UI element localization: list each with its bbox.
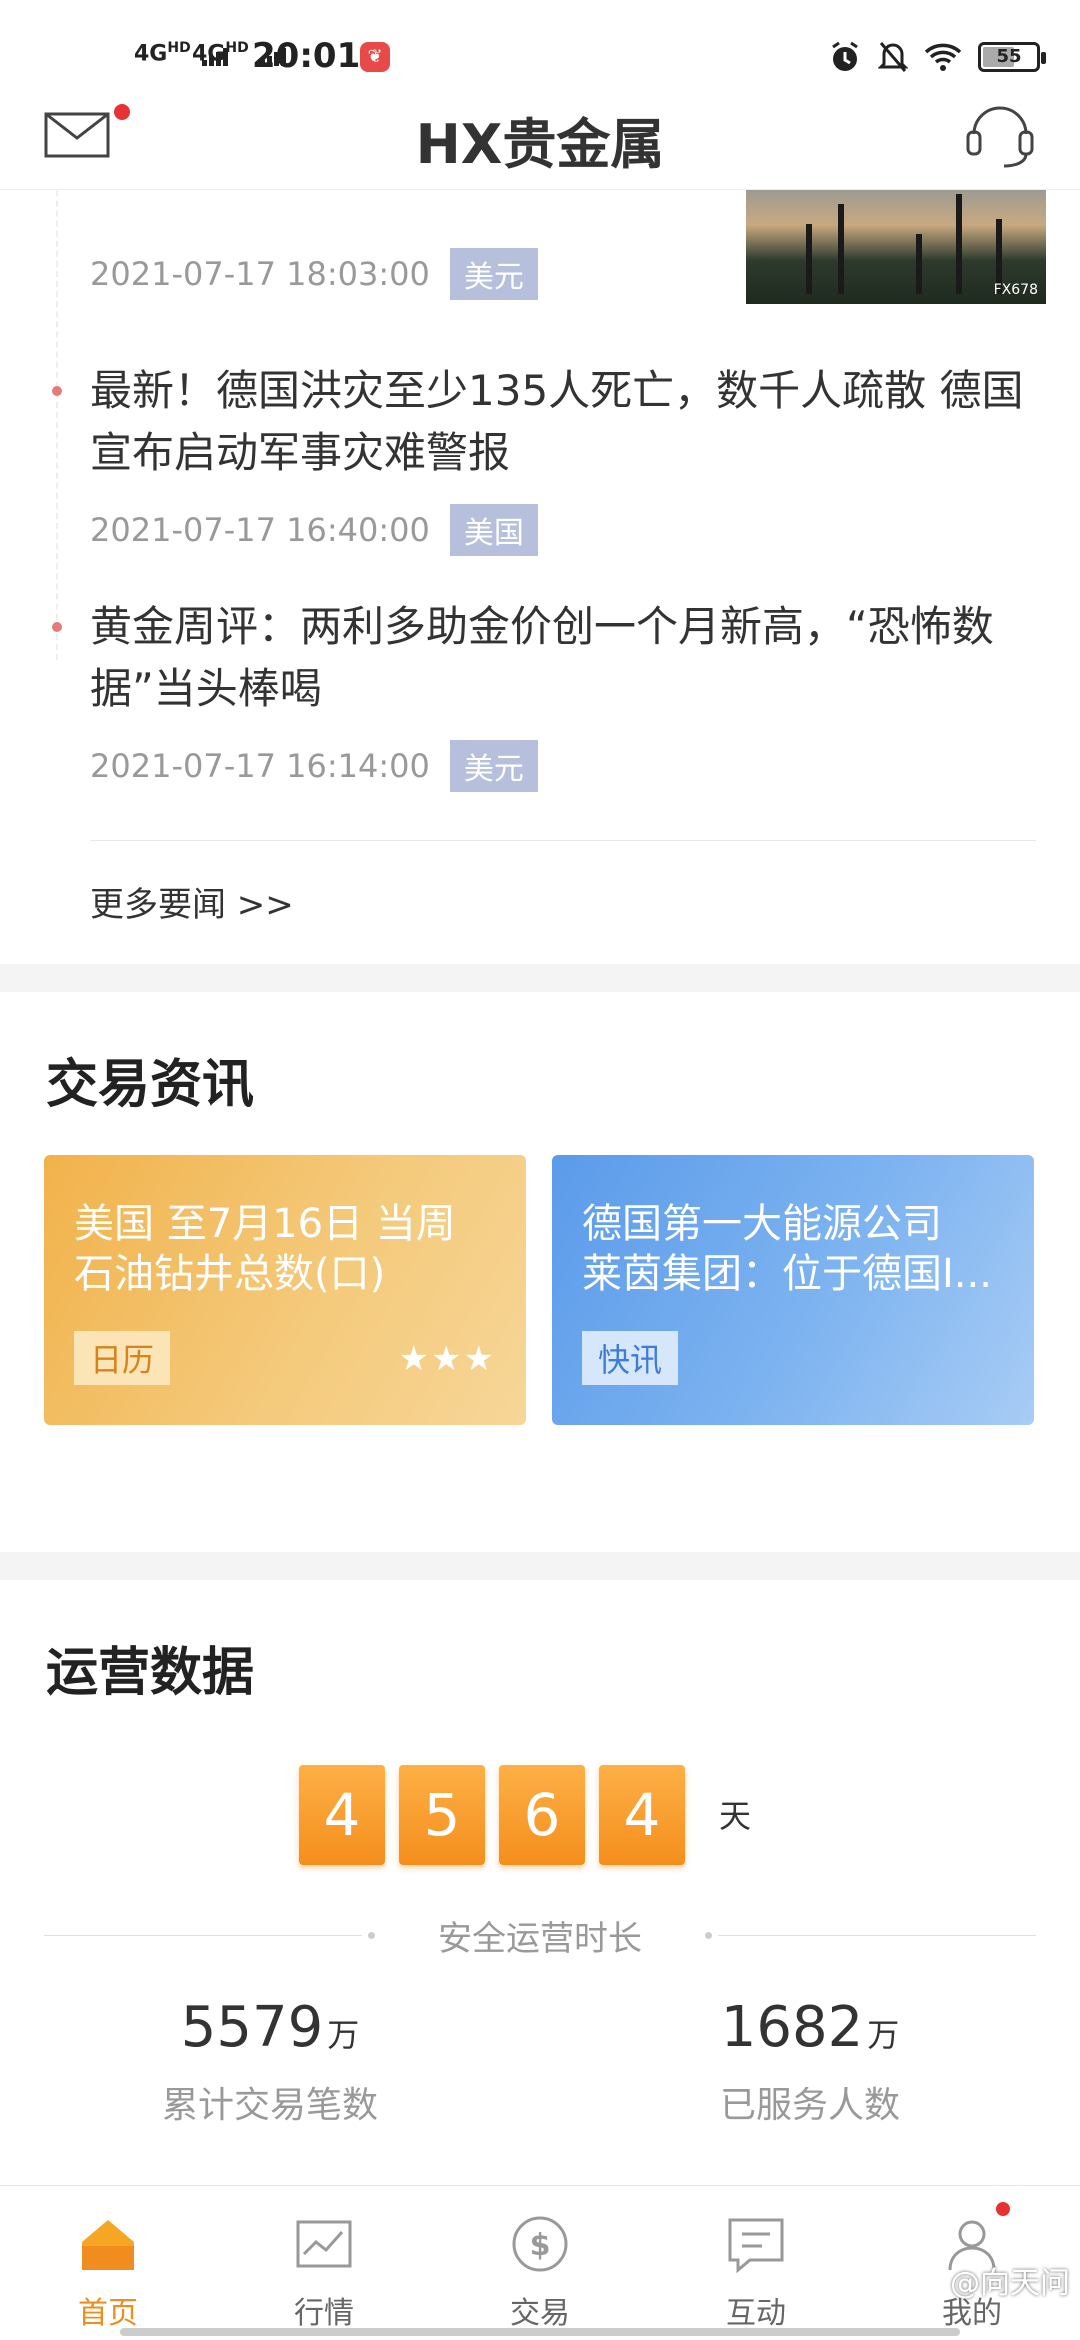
news-time: 2021-07-17 18:03:00	[90, 255, 430, 293]
tab-interact[interactable]: 互动	[648, 2186, 864, 2340]
customer-service-button[interactable]	[960, 92, 1040, 172]
watermark: @向天问	[950, 2266, 1070, 2301]
counter-digit: 4	[598, 1765, 685, 1865]
alarm-icon	[832, 41, 858, 71]
trade-info-section: 交易资讯 美国 至7月16日 当周 石油钻井总数(口) 日历 ★★★ 德国第一大…	[0, 992, 1080, 1552]
stat-unit: 万	[867, 2016, 900, 2054]
news-tag: 美元	[449, 740, 538, 792]
operations-label-row: 安全运营时长	[44, 1905, 1036, 1965]
timeline-dot	[52, 386, 62, 396]
home-indicator[interactable]	[120, 2328, 960, 2336]
news-item[interactable]: 现间运行，营特牛现死损减 2021-07-17 18:03:00 美元 FX67…	[90, 190, 1046, 308]
operations-stats: 5579 万 累计交易笔数 1682 万 已服务人数	[0, 1995, 1080, 2128]
flash-news-card[interactable]: 德国第一大能源公司 莱茵集团：位于德国I... 快讯	[552, 1155, 1034, 1425]
section-title: 运营数据	[46, 1643, 255, 1703]
card-tag: 日历	[74, 1331, 171, 1385]
news-list: 现间运行，营特牛现死损减 2021-07-17 18:03:00 美元 FX67…	[0, 190, 1080, 792]
stat-label: 累计交易笔数	[161, 2085, 378, 2126]
main-content[interactable]: 现间运行，营特牛现死损减 2021-07-17 18:03:00 美元 FX67…	[0, 190, 1080, 2185]
trade-info-cards: 美国 至7月16日 当周 石油钻井总数(口) 日历 ★★★ 德国第一大能源公司 …	[0, 1117, 1080, 1425]
section-title: 交易资讯	[46, 1055, 255, 1115]
counter-digit: 6	[498, 1765, 585, 1865]
news-title: 最新！德国洪灾至少135人死亡，数千人疏散 德国宣布启动军事灾难警报	[90, 366, 1024, 477]
battery-icon: 55	[978, 42, 1046, 72]
news-time: 2021-07-17 16:40:00	[90, 511, 430, 549]
card-text: 石油钻井总数(口)	[74, 1251, 386, 1297]
news-item[interactable]: 黄金周评：两利多助金价创一个月新高，“恐怖数据”当头棒喝 2021-07-17 …	[52, 596, 1036, 792]
chart-icon	[296, 2220, 352, 2268]
headset-icon	[966, 106, 1034, 168]
bell-muted-icon	[878, 42, 908, 72]
status-time: 20:01	[252, 36, 361, 76]
svg-text:$: $	[530, 2228, 551, 2263]
stat-trades: 5579 万 累计交易笔数	[0, 1995, 540, 2128]
tab-home[interactable]: 首页	[0, 2186, 216, 2340]
news-thumbnail: FX678	[746, 190, 1046, 304]
timeline-line	[56, 190, 58, 660]
notification-dot	[996, 2202, 1010, 2216]
tab-label: 互动	[726, 2296, 786, 2331]
tab-label: 行情	[294, 2296, 354, 2331]
days-unit: 天	[718, 1797, 751, 1835]
bottom-tab-bar: 首页 行情 $ 交易 互动 我的	[0, 2185, 1080, 2340]
section-gap	[0, 1552, 1080, 1580]
card-text: 美国 至7月16日 当周	[74, 1201, 456, 1247]
tab-trade[interactable]: $ 交易	[432, 2186, 648, 2340]
timeline-dot	[52, 622, 62, 632]
status-icons: 55	[828, 40, 1046, 74]
more-news-link[interactable]: 更多要闻 >>	[0, 841, 1080, 926]
counter-digit: 5	[398, 1765, 485, 1865]
tab-market[interactable]: 行情	[216, 2186, 432, 2340]
app-notification-icon: ❦	[360, 42, 390, 72]
card-text: 莱茵集团：位于德国I...	[582, 1251, 992, 1297]
stat-users: 1682 万 已服务人数	[540, 1995, 1080, 2128]
news-time: 2021-07-17 16:14:00	[90, 747, 430, 785]
stat-unit: 万	[327, 2016, 360, 2054]
dollar-icon: $	[512, 2216, 568, 2272]
counter-digit: 4	[298, 1765, 385, 1865]
news-meta: 2021-07-17 16:14:00 美元	[90, 740, 1036, 792]
wifi-icon	[924, 43, 962, 71]
tab-label: 交易	[510, 2296, 570, 2331]
importance-stars: ★★★	[398, 1339, 496, 1379]
news-title: 黄金周评：两利多助金价创一个月新高，“恐怖数据”当头棒喝	[90, 602, 994, 713]
operations-section: 运营数据 4 5 6 4 天 安全运营时长 5579 万 累计交易笔数 1682 万…	[0, 1580, 1080, 2128]
tab-label: 首页	[78, 2296, 138, 2331]
news-item[interactable]: 最新！德国洪灾至少135人死亡，数千人疏散 德国宣布启动军事灾难警报 2021-…	[52, 360, 1036, 556]
status-bar: 4GHD 4GHD 20:01 ❦ 55	[0, 0, 1080, 90]
home-icon	[82, 2220, 134, 2270]
card-text: 德国第一大能源公司	[582, 1201, 942, 1247]
stat-value: 1682	[720, 1995, 864, 2060]
page-title: HX贵金属	[415, 113, 665, 176]
calendar-card[interactable]: 美国 至7月16日 当周 石油钻井总数(口) 日历 ★★★	[44, 1155, 526, 1425]
stat-value: 5579	[180, 1995, 324, 2060]
news-meta: 2021-07-17 16:40:00 美国	[90, 504, 1036, 556]
app-header: HX贵金属	[0, 90, 1080, 190]
days-counter: 4 5 6 4 天	[0, 1765, 1080, 1865]
chat-icon	[728, 2218, 784, 2274]
news-tag: 美元	[449, 248, 538, 300]
news-title: 现间运行，营特牛现死损减	[90, 190, 710, 202]
section-gap	[0, 964, 1080, 992]
thumbnail-caption: FX678	[993, 282, 1038, 298]
news-tag: 美国	[449, 504, 538, 556]
stat-label: 已服务人数	[719, 2085, 900, 2126]
card-tag: 快讯	[582, 1331, 679, 1385]
